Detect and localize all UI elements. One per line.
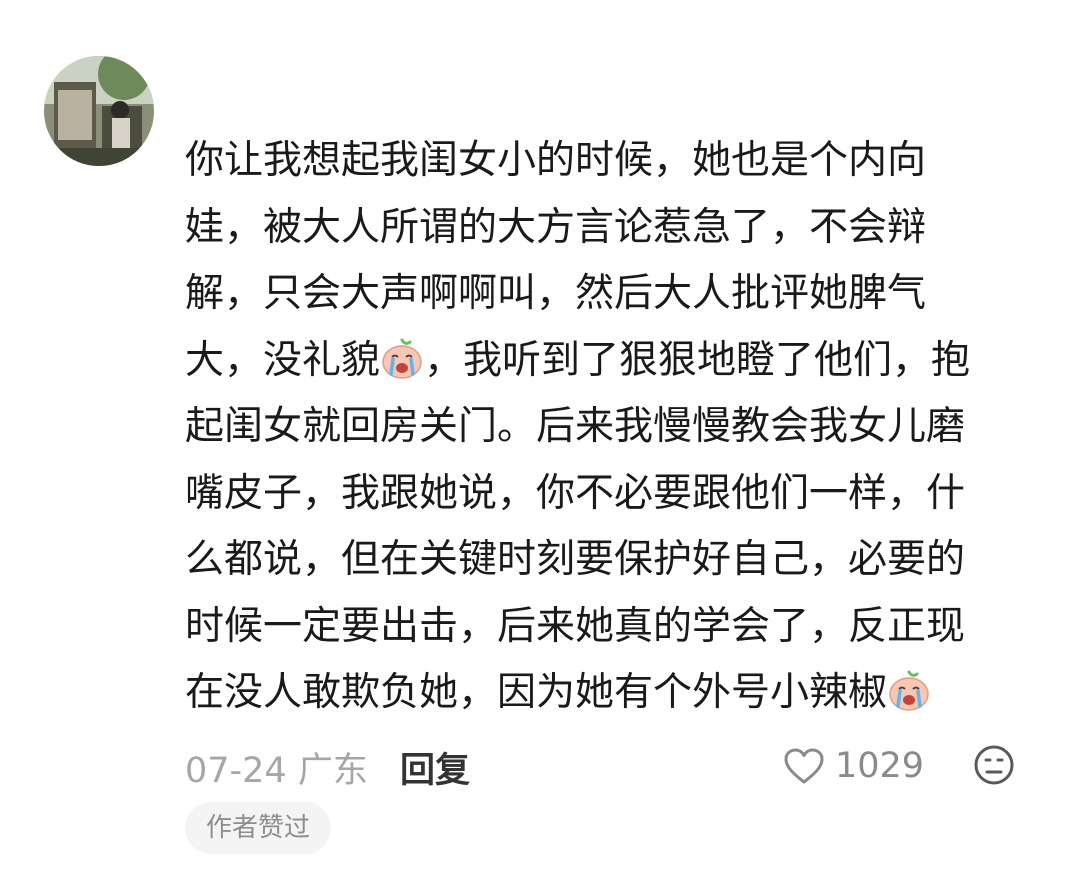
like-button[interactable]: 1029 — [783, 742, 924, 790]
crying-face-sticker-icon — [889, 670, 929, 711]
comment-line: 解，只会大声啊啊叫，然后大人批评她脾气 — [185, 271, 927, 316]
avatar[interactable] — [44, 56, 154, 166]
comment-line: 娃，被大人所谓的大方言论惹急了，不会辩 — [185, 204, 927, 250]
emoji-reaction-icon[interactable] — [973, 744, 1015, 786]
comment-line: 时候一定要出击，后来她真的学会了，反正现 — [185, 603, 966, 649]
reply-button[interactable]: 回复 — [400, 742, 470, 793]
comment-line: 嘴皮子，我跟她说，你不必要跟他们一样，什 — [185, 470, 966, 516]
comment-date-location: 07-24 广东 — [185, 751, 368, 791]
heart-icon — [784, 748, 824, 784]
comment-text: 你让我想起我闺女小的时候，她也是个内向 娃，被大人所谓的大方言论惹急了，不会辩 … — [185, 128, 1045, 727]
comment-line: 你让我想起我闺女小的时候，她也是个内向 — [185, 138, 927, 183]
comment-line: 在没人敢欺负她，因为她有个外号小辣椒 — [185, 660, 1045, 727]
comment-line: 起闺女就回房关门。后来我慢慢教会我女儿磨 — [185, 404, 966, 449]
comment-meta-row: 07-24 广东 回复 1029 — [185, 736, 1025, 792]
like-count: 1029 — [835, 746, 925, 786]
crying-face-sticker-icon — [382, 338, 422, 379]
avatar-image — [44, 56, 154, 166]
author-liked-badge: 作者赞过 — [185, 802, 332, 854]
comment-line: 么都说，但在关键时刻要保护好自己，必要的 — [185, 537, 966, 582]
comment-line: 大，没礼貌 ，我听到了狠狠地瞪了他们，抱 — [185, 337, 971, 383]
